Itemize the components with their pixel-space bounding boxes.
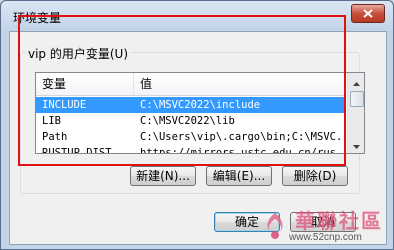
chevron-down-icon	[353, 138, 360, 152]
vertical-scrollbar[interactable]	[347, 73, 364, 153]
edit-user-variable-button[interactable]: 编辑(E)...	[206, 166, 272, 186]
delete-user-variable-button[interactable]: 删除(D)	[282, 166, 348, 186]
close-icon	[363, 9, 373, 18]
highlight-annotation	[18, 15, 346, 166]
watermark-title: 華聯社區	[295, 209, 383, 233]
new-user-variable-button[interactable]: 新建(N)...	[130, 166, 196, 186]
scroll-up-button[interactable]	[348, 73, 364, 90]
close-button[interactable]	[351, 4, 385, 23]
site-watermark: 華聯社區 www.52cnp.com	[261, 205, 391, 247]
scroll-thumb[interactable]	[350, 91, 364, 107]
watermark-logo-icon	[261, 211, 289, 244]
watermark-url: www.52cnp.com	[289, 232, 362, 243]
chevron-up-icon	[353, 75, 360, 89]
scroll-down-button[interactable]	[348, 136, 364, 153]
environment-variables-dialog: 环境变量 vip 的用户变量(U) 变量 值 INCLUDE C:\MSVC20…	[0, 0, 394, 250]
